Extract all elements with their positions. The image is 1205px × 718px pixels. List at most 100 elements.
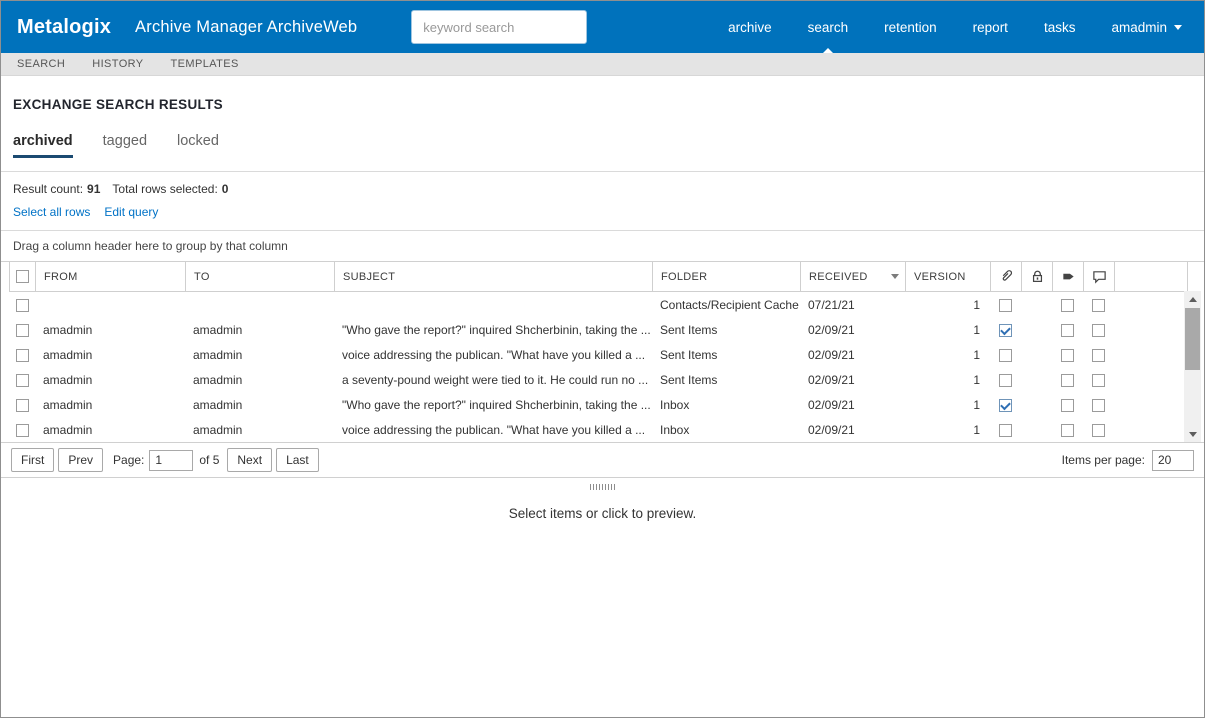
scrollbar-up-button[interactable] [1184, 291, 1201, 307]
column-header-folder[interactable]: FOLDER [652, 262, 801, 293]
column-header-received[interactable]: RECEIVED [800, 262, 906, 293]
flag-checkbox[interactable] [1061, 298, 1074, 312]
cell-filler [1114, 342, 1187, 367]
comment-icon [1092, 271, 1106, 284]
column-header-from[interactable]: FROM [35, 262, 186, 293]
table-row[interactable]: amadmin amadmin "Who gave the report?" i… [9, 317, 1187, 342]
items-per-page-label: Items per page: [1061, 453, 1145, 468]
select-all-checkbox[interactable] [16, 270, 29, 284]
scrollbar-thumb[interactable] [1185, 308, 1200, 371]
next-page-button[interactable]: Next [227, 448, 273, 473]
group-by-bar[interactable]: Drag a column header here to group by th… [1, 230, 1204, 263]
received-filter-caret-icon[interactable] [891, 274, 899, 280]
select-all-rows-link[interactable]: Select all rows [13, 205, 90, 219]
keyword-search-input[interactable] [411, 10, 588, 44]
attachment-checkbox[interactable] [999, 348, 1012, 362]
column-header-version[interactable]: VERSION [905, 262, 991, 293]
splitter-grip-handle[interactable] [589, 483, 616, 490]
prev-page-button[interactable]: Prev [58, 448, 104, 473]
comment-checkbox[interactable] [1092, 423, 1105, 437]
grid-header: FROM TO SUBJECT FOLDER RECEIVED VERSION [9, 262, 1188, 293]
table-row[interactable]: amadmin amadmin a seventy-pound weight w… [9, 367, 1187, 392]
tab-locked[interactable]: locked [177, 133, 219, 158]
cell-comment [1083, 392, 1114, 417]
column-header-to[interactable]: TO [185, 262, 335, 293]
flag-checkbox[interactable] [1061, 423, 1074, 437]
cell-tag [1052, 367, 1083, 392]
cell-from: amadmin [43, 347, 93, 362]
table-row[interactable]: amadmin amadmin voice addressing the pub… [9, 417, 1187, 442]
cell-filler [1114, 367, 1187, 392]
top-nav-search[interactable]: search [808, 1, 848, 53]
tab-archived[interactable]: archived [13, 133, 73, 159]
comment-checkbox[interactable] [1092, 398, 1105, 412]
page-title: EXCHANGE SEARCH RESULTS [13, 97, 223, 113]
table-row[interactable]: amadmin amadmin voice addressing the pub… [9, 342, 1187, 367]
flag-checkbox[interactable] [1061, 323, 1074, 337]
result-count-line: Result count: 91 Total rows selected: 0 [13, 182, 1192, 196]
scroll-up-arrow-icon [1188, 296, 1197, 302]
comment-checkbox[interactable] [1092, 298, 1105, 312]
cell-comment [1083, 292, 1114, 317]
column-header-tag[interactable] [1052, 262, 1084, 293]
cell-tag [1052, 392, 1083, 417]
cell-lock [1021, 342, 1052, 367]
top-nav-report[interactable]: report [973, 1, 1008, 53]
cell-from: amadmin [43, 422, 93, 437]
attachment-checkbox[interactable] [999, 373, 1012, 387]
items-per-page-input[interactable] [1152, 449, 1194, 471]
metalogix-logo[interactable]: Metalogix [17, 16, 111, 39]
attachment-checkbox[interactable] [999, 323, 1012, 337]
flag-checkbox[interactable] [1061, 348, 1074, 362]
column-header-received-label: RECEIVED [809, 270, 868, 283]
table-row[interactable]: amadmin amadmin "Who gave the report?" i… [9, 392, 1187, 417]
lock-icon [1032, 270, 1042, 283]
page-number-input[interactable] [149, 449, 194, 471]
edit-query-link[interactable]: Edit query [104, 205, 158, 219]
row-select-checkbox[interactable] [15, 298, 29, 312]
paperclip-icon [1002, 270, 1012, 281]
cell-version: 1 [973, 422, 980, 437]
row-select-checkbox[interactable] [15, 423, 29, 437]
subnav-item-history[interactable]: HISTORY [92, 58, 143, 70]
top-nav-tasks[interactable]: tasks [1044, 1, 1076, 53]
cell-attachment [990, 292, 1021, 317]
column-header-subject[interactable]: SUBJECT [334, 262, 653, 293]
scrollbar-down-button[interactable] [1184, 426, 1201, 442]
column-header-comment[interactable] [1083, 262, 1115, 293]
cell-filler [1114, 292, 1187, 317]
cell-filler [1114, 417, 1187, 442]
column-header-lock[interactable] [1021, 262, 1053, 293]
subnav-item-templates[interactable]: TEMPLATES [171, 58, 239, 70]
page-count-label: of 5 [199, 453, 220, 468]
attachment-checkbox[interactable] [999, 298, 1012, 312]
top-nav-label: archive [728, 19, 772, 35]
flag-checkbox[interactable] [1061, 373, 1074, 387]
column-header-attachment[interactable] [990, 262, 1022, 293]
cell-attachment [990, 367, 1021, 392]
last-page-button[interactable]: Last [276, 448, 319, 473]
cell-filler [1114, 317, 1187, 342]
first-page-button[interactable]: First [11, 448, 55, 473]
grid-body: Contacts/Recipient Cache 07/21/21 1 amad… [9, 292, 1187, 442]
comment-checkbox[interactable] [1092, 348, 1105, 362]
row-select-checkbox[interactable] [15, 348, 29, 362]
row-select-checkbox[interactable] [15, 373, 29, 387]
comment-checkbox[interactable] [1092, 373, 1105, 387]
row-select-checkbox[interactable] [15, 398, 29, 412]
attachment-checkbox[interactable] [999, 423, 1012, 437]
tab-tagged[interactable]: tagged [103, 133, 147, 158]
top-nav-archive[interactable]: archive [728, 1, 772, 53]
attachment-checkbox[interactable] [999, 398, 1012, 412]
top-nav-retention[interactable]: retention [884, 1, 937, 53]
flag-checkbox[interactable] [1061, 398, 1074, 412]
cell-subject: "Who gave the report?" inquired Shcherbi… [342, 322, 651, 337]
table-row[interactable]: Contacts/Recipient Cache 07/21/21 1 [9, 292, 1187, 317]
row-select-checkbox[interactable] [15, 323, 29, 337]
table-scrollbar[interactable] [1184, 291, 1201, 443]
subnav-item-search[interactable]: SEARCH [17, 58, 65, 70]
user-menu[interactable]: amadmin [1111, 1, 1182, 53]
cell-lock [1021, 317, 1052, 342]
comment-checkbox[interactable] [1092, 323, 1105, 337]
cell-comment [1083, 342, 1114, 367]
